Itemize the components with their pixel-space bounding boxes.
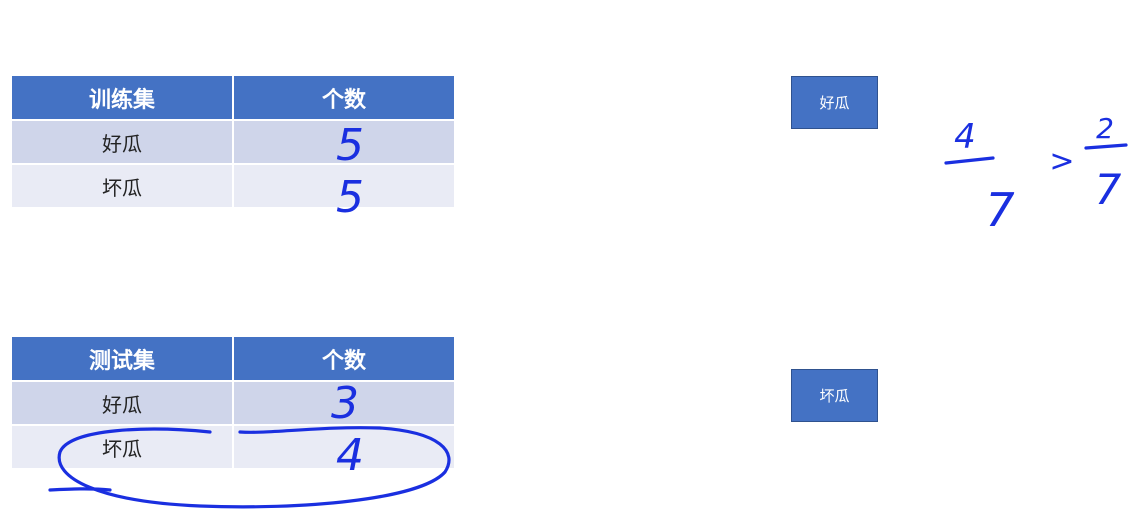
table-row: 坏瓜 xyxy=(12,424,454,468)
table-row: 好瓜 xyxy=(12,119,454,164)
column-header-set: 训练集 xyxy=(12,76,233,120)
left-fraction-bar xyxy=(944,156,995,165)
table-row: 坏瓜 xyxy=(12,163,454,207)
right-denominator: 7 xyxy=(1095,165,1122,214)
count-cell xyxy=(232,119,454,164)
row-label: 好瓜 xyxy=(12,380,233,425)
circle-tail xyxy=(48,487,112,492)
row-label: 坏瓜 xyxy=(12,163,233,207)
right-numerator: 2 xyxy=(1096,112,1114,145)
column-header-count: 个数 xyxy=(232,76,454,120)
table-row: 好瓜 xyxy=(12,380,454,425)
good-melon-box: 好瓜 xyxy=(791,76,878,129)
column-header-set: 测试集 xyxy=(12,337,233,381)
column-header-count: 个数 xyxy=(232,337,454,381)
test-set-table: 测试集 个数 好瓜 坏瓜 xyxy=(12,337,454,468)
bad-melon-box: 坏瓜 xyxy=(791,369,878,422)
right-fraction-bar xyxy=(1084,143,1128,150)
row-label: 坏瓜 xyxy=(12,424,233,468)
count-cell xyxy=(232,163,454,207)
count-cell xyxy=(232,424,454,468)
row-label: 好瓜 xyxy=(12,119,233,164)
left-denominator: 7 xyxy=(985,183,1014,237)
comparator: > xyxy=(1049,144,1074,179)
training-set-table: 训练集 个数 好瓜 坏瓜 xyxy=(12,76,454,207)
count-cell xyxy=(232,380,454,425)
left-numerator: 4 xyxy=(954,117,976,157)
